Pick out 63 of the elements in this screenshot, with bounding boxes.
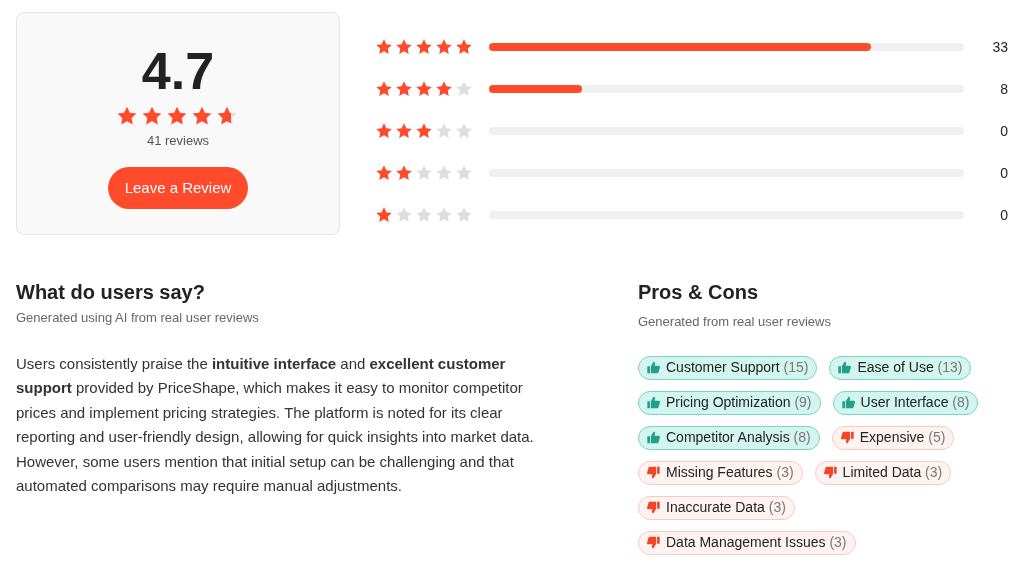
star-icon xyxy=(375,38,393,56)
rating-score: 4.7 xyxy=(141,45,215,97)
empty-star-icon xyxy=(455,164,473,182)
empty-star-icon xyxy=(415,164,433,182)
section-subtitle: Generated using AI from real user reviews xyxy=(16,309,260,327)
thumbs-up-icon xyxy=(646,395,661,410)
summary-paragraph: Users consistently praise the intuitive interface and excellent customer support provided by PriceShape, which makes it easy to monitor competitor prices and implement pricing strategies. The platform is noted for its clear reporting and user-friendly design, allowing for quick insights into market data. However, some users mention that initial setup can be challenging and that automated comparisons may require manual adjustments. xyxy=(16,353,535,497)
rating-count: 0 xyxy=(999,205,1008,225)
star-icon xyxy=(140,105,163,127)
star-icon xyxy=(375,80,393,98)
thumbs-down-icon xyxy=(646,535,661,550)
empty-star-icon xyxy=(455,206,473,224)
star-icon xyxy=(190,105,213,127)
leave-review-button[interactable]: Leave a Review xyxy=(107,166,249,209)
star-icon xyxy=(435,38,453,56)
tag-label: Limited Data (3) xyxy=(842,463,943,482)
thumbs-up-icon xyxy=(837,360,853,375)
empty-star-icon xyxy=(435,122,453,140)
thumbs-up-icon xyxy=(840,395,856,410)
tag-label: Customer Support (15) xyxy=(666,358,809,377)
star-icon xyxy=(395,164,413,182)
star-icon xyxy=(165,105,188,127)
empty-star-icon xyxy=(435,206,453,224)
star-icon xyxy=(415,38,433,56)
thumbs-down-icon xyxy=(839,430,855,445)
rating-count: 0 xyxy=(999,121,1008,141)
star-icon xyxy=(395,38,413,56)
tag-label: Competitor Analysis (8) xyxy=(666,428,811,447)
star-icon xyxy=(395,122,413,140)
tag-label: User Interface (8) xyxy=(860,393,970,412)
star-icon xyxy=(375,164,393,182)
star-icon xyxy=(375,122,393,140)
star-icon xyxy=(415,80,433,98)
star-icon xyxy=(115,105,138,127)
tag-label: Missing Features (3) xyxy=(666,463,794,482)
star-icon xyxy=(395,80,413,98)
star-icon xyxy=(415,122,433,140)
empty-star-icon xyxy=(395,206,413,224)
thumbs-up-icon xyxy=(646,360,661,375)
half-star-icon xyxy=(215,105,238,127)
tag-label: Data Management Issues (3) xyxy=(666,533,847,552)
empty-star-icon xyxy=(435,164,453,182)
review-count: 41 reviews xyxy=(146,132,210,150)
rating-count: 0 xyxy=(999,163,1008,183)
section-title: Pros & Cons xyxy=(638,280,760,304)
star-icon xyxy=(455,38,473,56)
section-title: What do users say? xyxy=(16,280,206,304)
thumbs-down-icon xyxy=(646,465,661,480)
section-subtitle: Generated from real user reviews xyxy=(638,313,832,331)
empty-star-icon xyxy=(455,80,473,98)
thumbs-down-icon xyxy=(646,500,661,515)
tag-label: Pricing Optimization (9) xyxy=(666,393,812,412)
thumbs-up-icon xyxy=(646,430,661,445)
tag-label: Expensive (5) xyxy=(859,428,946,447)
empty-star-icon xyxy=(415,206,433,224)
tag-label: Inaccurate Data (3) xyxy=(666,498,786,517)
star-icon xyxy=(375,206,393,224)
rating-count: 8 xyxy=(999,79,1008,99)
star-icon xyxy=(435,80,453,98)
rating-count: 33 xyxy=(991,37,1008,57)
tag-label: Ease of Use (13) xyxy=(857,358,963,377)
thumbs-down-icon xyxy=(822,465,838,480)
empty-star-icon xyxy=(455,122,473,140)
